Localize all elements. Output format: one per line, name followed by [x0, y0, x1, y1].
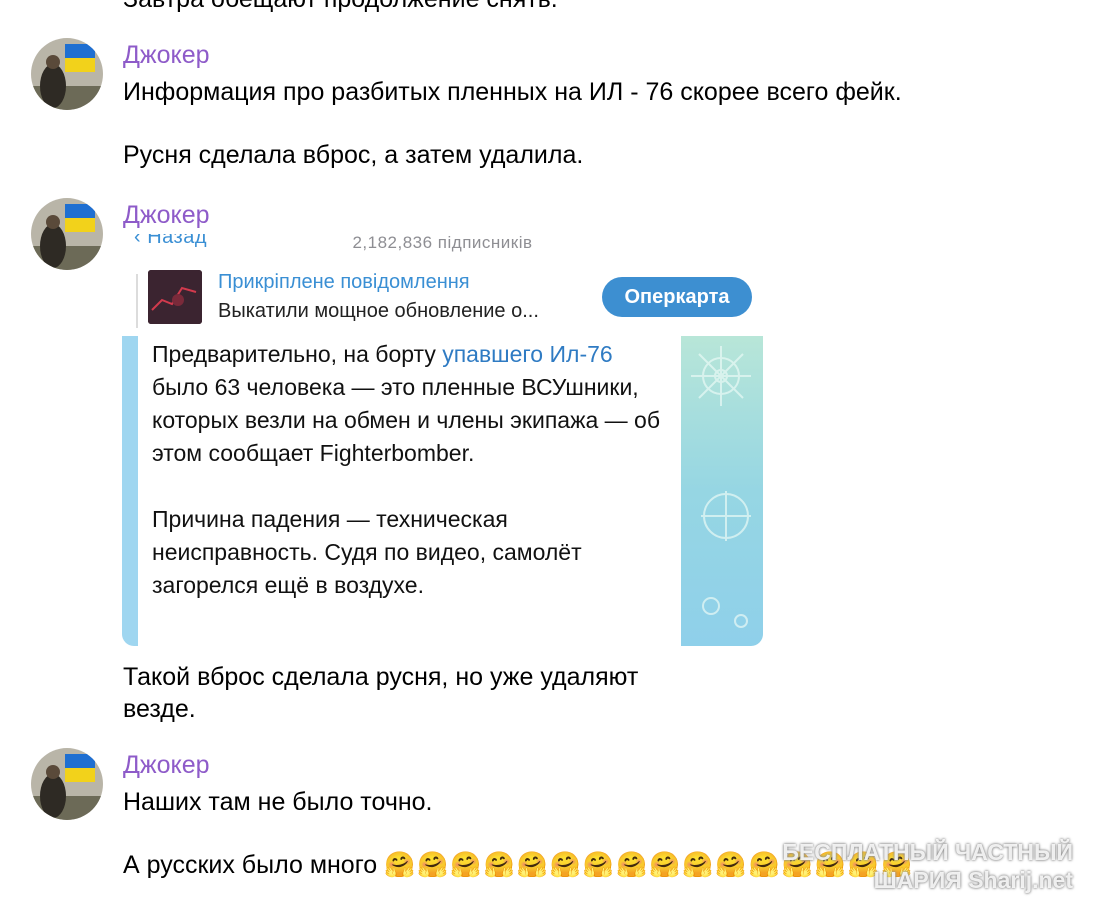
chat-wallpaper	[681, 336, 763, 646]
author-name[interactable]: Джокер	[123, 750, 210, 780]
post-link: упавшего Ил-76	[442, 341, 613, 367]
message-text: Русня сделала вброс, а затем удалила.	[123, 141, 584, 169]
channel-post-text: Предварительно, на борту упавшего Ил-76 …	[152, 338, 672, 602]
avatar-image	[31, 198, 103, 270]
author-avatar[interactable]	[31, 748, 103, 820]
channel-subscribers: ‹ Назад 2,182,836 підписників	[122, 234, 763, 264]
author-avatar[interactable]	[31, 198, 103, 270]
pinned-text: Выкатили мощное обновление о...	[218, 300, 539, 322]
previous-message-text: Завтра обещают продолжение снять.	[123, 0, 558, 14]
embedded-screenshot[interactable]: ‹ Назад 2,182,836 підписників Прикріплен…	[122, 234, 763, 646]
author-avatar[interactable]	[31, 38, 103, 110]
author-name[interactable]: Джокер	[123, 40, 210, 70]
post-paragraph: Причина падения — техническая неисправно…	[152, 506, 582, 598]
avatar-image	[31, 38, 103, 110]
pinned-thumbnail	[148, 270, 202, 324]
watermark: БЕСПЛАТНЫЙ ЧАСТНЫЙ ШАРИЯ Sharij.net	[782, 839, 1073, 893]
avatar-image	[31, 748, 103, 820]
back-link: ‹ Назад	[134, 234, 208, 248]
chat-wallpaper	[122, 336, 138, 646]
operkarta-button: Оперкарта	[602, 277, 752, 317]
author-name[interactable]: Джокер	[123, 200, 210, 230]
message-text: Такой вброс сделала русня, но уже удаляю…	[123, 663, 639, 691]
post-paragraph: Предварительно, на борту упавшего Ил-76 …	[152, 341, 660, 466]
pinned-indicator	[136, 274, 138, 328]
message-text: везде.	[123, 695, 196, 723]
pinned-title: Прикріплене повідомлення	[218, 271, 470, 293]
message-text: Наших там не было точно.	[123, 788, 433, 816]
message-text: Информация про разбитых пленных на ИЛ - …	[123, 78, 902, 106]
